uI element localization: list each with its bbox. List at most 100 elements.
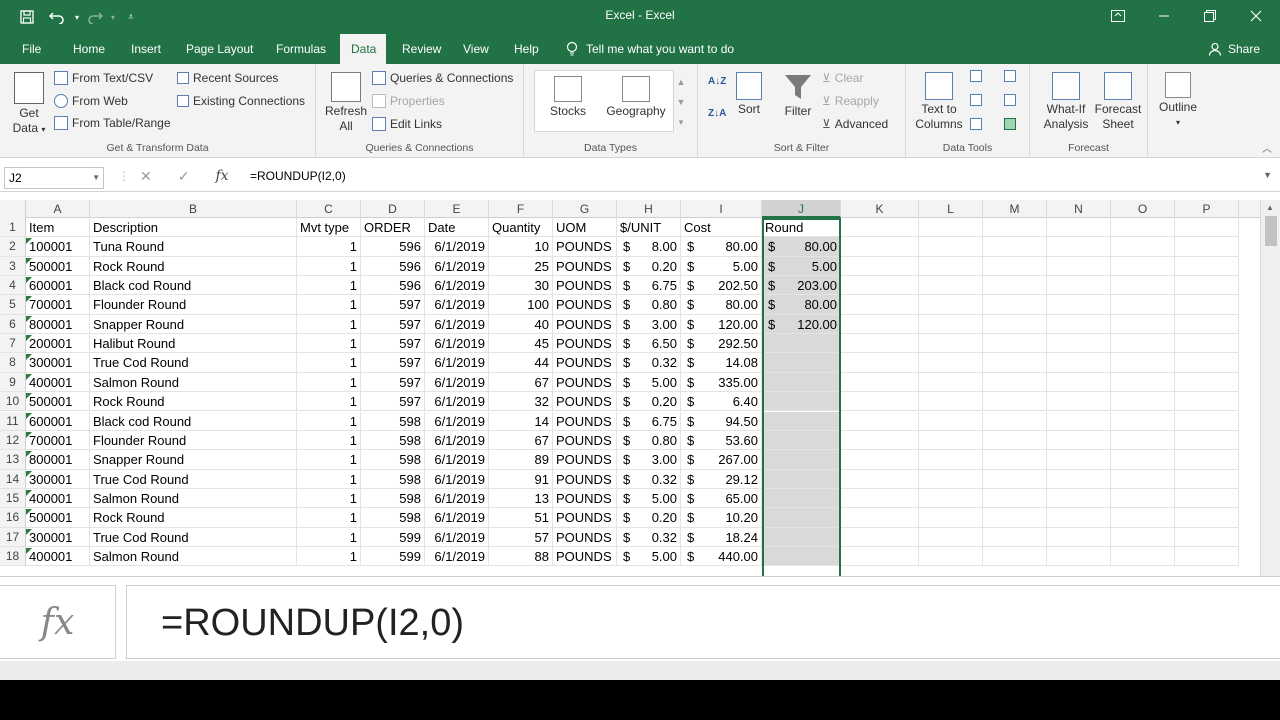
row-header[interactable]: 5 [0, 295, 26, 315]
unit-price-cell[interactable]: $6.50 [617, 334, 681, 354]
unit-price-cell[interactable]: $0.32 [617, 469, 681, 489]
round-cell[interactable] [762, 334, 841, 354]
collapse-ribbon-icon[interactable]: ︿ [1262, 140, 1272, 155]
text-to-columns-button[interactable]: Text to Columns [914, 72, 964, 132]
cost-cell[interactable]: $18.24 [681, 527, 762, 547]
column-header-o[interactable]: O [1111, 200, 1175, 218]
tab-view[interactable]: View [453, 34, 499, 64]
uom-cell[interactable]: POUNDS [553, 256, 617, 277]
select-all-corner[interactable] [0, 200, 26, 218]
quantity-cell[interactable]: 51 [489, 508, 553, 528]
share-button[interactable]: Share [1208, 34, 1260, 64]
empty-cell[interactable] [1175, 218, 1239, 238]
tab-formulas[interactable]: Formulas [266, 34, 336, 64]
empty-cell[interactable] [919, 218, 983, 238]
order-cell[interactable]: 597 [361, 295, 425, 315]
unit-price-cell[interactable]: $3.00 [617, 314, 681, 335]
existing-connections-button[interactable]: Existing Connections [177, 94, 305, 108]
empty-cell[interactable] [1047, 546, 1111, 567]
uom-cell[interactable]: POUNDS [553, 237, 617, 257]
empty-cell[interactable] [919, 295, 983, 315]
empty-cell[interactable] [1111, 430, 1175, 451]
empty-cell[interactable] [1111, 256, 1175, 277]
empty-cell[interactable] [841, 314, 919, 335]
tab-page-layout[interactable]: Page Layout [176, 34, 263, 64]
empty-cell[interactable] [1175, 276, 1239, 296]
empty-cell[interactable] [919, 508, 983, 528]
tab-home[interactable]: Home [63, 34, 115, 64]
enter-icon[interactable]: ✓ [178, 168, 190, 185]
header-cell[interactable]: Cost [681, 218, 762, 238]
empty-cell[interactable] [983, 392, 1047, 412]
header-cell[interactable]: $/UNIT [617, 218, 681, 238]
column-header-h[interactable]: H [617, 200, 681, 218]
quantity-cell[interactable]: 40 [489, 314, 553, 335]
empty-cell[interactable] [983, 411, 1047, 431]
uom-cell[interactable]: POUNDS [553, 488, 617, 509]
row-header[interactable]: 10 [0, 392, 26, 412]
round-cell[interactable] [762, 372, 841, 393]
item-cell[interactable]: 700001 [26, 430, 90, 451]
cost-cell[interactable]: $292.50 [681, 334, 762, 354]
cost-cell[interactable]: $29.12 [681, 469, 762, 489]
order-cell[interactable]: 597 [361, 314, 425, 335]
consolidate-icon[interactable] [1004, 70, 1016, 82]
cost-cell[interactable]: $202.50 [681, 276, 762, 296]
forecast-sheet-button[interactable]: Forecast Sheet [1094, 72, 1142, 132]
empty-cell[interactable] [1175, 256, 1239, 277]
row-header[interactable]: 8 [0, 353, 26, 373]
quantity-cell[interactable]: 89 [489, 450, 553, 470]
quantity-cell[interactable]: 25 [489, 256, 553, 277]
column-header-p[interactable]: P [1175, 200, 1239, 218]
header-cell[interactable]: UOM [553, 218, 617, 238]
description-cell[interactable]: True Cod Round [90, 353, 297, 373]
unit-price-cell[interactable]: $0.20 [617, 508, 681, 528]
order-cell[interactable]: 596 [361, 256, 425, 277]
row-header[interactable]: 17 [0, 527, 26, 547]
empty-cell[interactable] [983, 450, 1047, 470]
empty-cell[interactable] [983, 469, 1047, 489]
row-header[interactable]: 11 [0, 411, 26, 431]
item-cell[interactable]: 200001 [26, 334, 90, 354]
uom-cell[interactable]: POUNDS [553, 450, 617, 470]
column-header-d[interactable]: D [361, 200, 425, 218]
cost-cell[interactable]: $120.00 [681, 314, 762, 335]
clear-filter-button[interactable]: ⊻ Clear [822, 71, 863, 85]
empty-cell[interactable] [919, 314, 983, 335]
mvt-type-cell[interactable]: 1 [297, 372, 361, 393]
empty-cell[interactable] [983, 353, 1047, 373]
mvt-type-cell[interactable]: 1 [297, 392, 361, 412]
round-cell[interactable]: $5.00 [762, 256, 841, 277]
tab-file[interactable]: File [12, 34, 51, 64]
empty-cell[interactable] [841, 546, 919, 567]
recent-sources-button[interactable]: Recent Sources [177, 71, 278, 85]
empty-cell[interactable] [983, 430, 1047, 451]
empty-cell[interactable] [919, 488, 983, 509]
empty-cell[interactable] [1047, 392, 1111, 412]
empty-cell[interactable] [1047, 469, 1111, 489]
empty-cell[interactable] [983, 314, 1047, 335]
quantity-cell[interactable]: 44 [489, 353, 553, 373]
empty-cell[interactable] [1047, 488, 1111, 509]
empty-cell[interactable] [919, 392, 983, 412]
empty-cell[interactable] [1111, 353, 1175, 373]
date-cell[interactable]: 6/1/2019 [425, 372, 489, 393]
uom-cell[interactable]: POUNDS [553, 353, 617, 373]
empty-cell[interactable] [1175, 546, 1239, 567]
sort-za-icon[interactable]: Z↓A [708, 108, 726, 119]
header-cell[interactable]: ORDER [361, 218, 425, 238]
cost-cell[interactable]: $6.40 [681, 392, 762, 412]
round-cell[interactable] [762, 527, 841, 547]
row-header[interactable]: 15 [0, 488, 26, 509]
refresh-all-button[interactable]: Refresh All [324, 72, 368, 134]
quantity-cell[interactable]: 32 [489, 392, 553, 412]
date-cell[interactable]: 6/1/2019 [425, 353, 489, 373]
scroll-thumb[interactable] [1265, 216, 1277, 246]
empty-cell[interactable] [919, 469, 983, 489]
tab-insert[interactable]: Insert [121, 34, 171, 64]
date-cell[interactable]: 6/1/2019 [425, 392, 489, 412]
row-header[interactable]: 13 [0, 450, 26, 470]
round-cell[interactable] [762, 430, 841, 451]
quantity-cell[interactable]: 30 [489, 276, 553, 296]
empty-cell[interactable] [919, 276, 983, 296]
